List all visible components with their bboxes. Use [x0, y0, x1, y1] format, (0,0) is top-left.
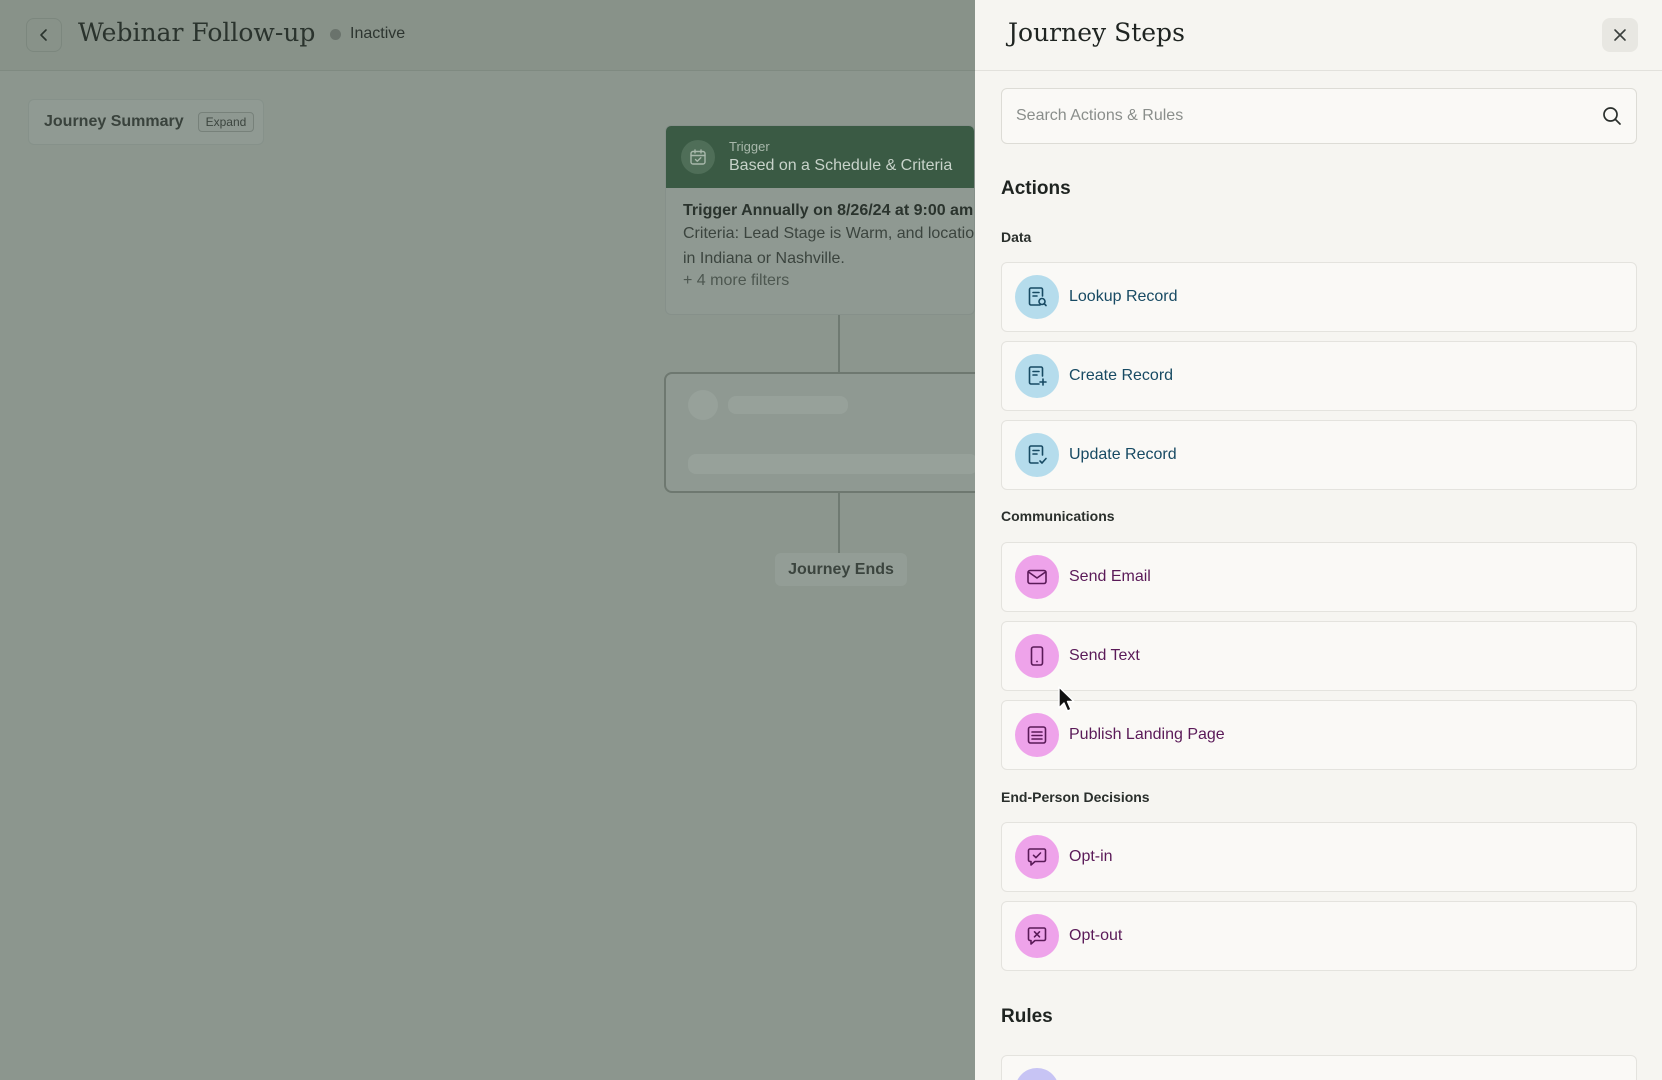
- chevron-left-icon: [40, 29, 47, 41]
- trigger-kicker: Trigger: [729, 139, 770, 154]
- trigger-card[interactable]: Trigger Based on a Schedule & Criteria T…: [665, 125, 975, 315]
- action-label: Send Email: [1069, 568, 1151, 585]
- group-label-end-person-decisions: End-Person Decisions: [1001, 789, 1150, 805]
- trigger-criteria-line2: in Indiana or Nashville.: [683, 250, 845, 267]
- search-input[interactable]: [1016, 107, 1602, 125]
- trigger-criteria-line1: Criteria: Lead Stage is Warm, and locati…: [683, 225, 975, 242]
- mail-icon: [1015, 555, 1059, 599]
- action-opt-out[interactable]: Opt-out: [1001, 901, 1637, 971]
- action-label: Create Record: [1069, 367, 1174, 384]
- close-icon: [1614, 29, 1626, 41]
- document-check-icon: [1015, 433, 1059, 477]
- connector-line: [838, 315, 840, 372]
- action-update-record[interactable]: Update Record: [1001, 420, 1637, 490]
- journey-ends-node: Journey Ends: [775, 553, 907, 586]
- calendar-check-icon: [681, 140, 715, 174]
- action-label: Publish Landing Page: [1069, 726, 1225, 743]
- expand-button[interactable]: Expand: [197, 112, 255, 132]
- journey-summary-card[interactable]: Journey Summary Expand: [28, 99, 264, 145]
- panel-title: Journey Steps: [1008, 18, 1185, 47]
- document-search-icon: [1015, 275, 1059, 319]
- trigger-title: Based on a Schedule & Criteria: [729, 157, 953, 174]
- action-publish-landing-page[interactable]: Publish Landing Page: [1001, 700, 1637, 770]
- search-icon[interactable]: [1602, 106, 1622, 126]
- action-label: Update Record: [1069, 446, 1177, 463]
- chat-x-icon: [1015, 914, 1059, 958]
- mouse-cursor-icon: [1058, 686, 1075, 712]
- rule-icon: [1015, 1068, 1059, 1080]
- trigger-body: Trigger Annually on 8/26/24 at 9:00 am C…: [666, 188, 974, 304]
- group-label-data: Data: [1001, 229, 1032, 245]
- action-label: Send Text: [1069, 647, 1140, 664]
- page-lines-icon: [1015, 713, 1059, 757]
- action-label: Lookup Record: [1069, 288, 1178, 305]
- trigger-header: Trigger Based on a Schedule & Criteria: [666, 126, 974, 188]
- placeholder-bar: [728, 396, 848, 414]
- rules-heading: Rules: [1001, 1006, 1053, 1027]
- action-create-record[interactable]: Create Record: [1001, 341, 1637, 411]
- connector-line: [838, 493, 840, 553]
- action-send-text[interactable]: Send Text: [1001, 621, 1637, 691]
- journey-summary-label: Journey Summary: [44, 113, 184, 130]
- status-dot-icon: [330, 28, 341, 40]
- chat-check-icon: [1015, 835, 1059, 879]
- document-plus-icon: [1015, 354, 1059, 398]
- page-title: Webinar Follow-up: [78, 18, 316, 47]
- rule-item[interactable]: [1001, 1055, 1637, 1080]
- action-label: Opt-in: [1069, 848, 1113, 865]
- back-button[interactable]: [26, 18, 62, 52]
- action-lookup-record[interactable]: Lookup Record: [1001, 262, 1637, 332]
- status-label: Inactive: [350, 25, 406, 42]
- trigger-more-filters: + 4 more filters: [683, 272, 790, 289]
- close-button[interactable]: [1602, 18, 1638, 52]
- group-label-communications: Communications: [1001, 508, 1115, 524]
- placeholder-bar: [688, 454, 978, 474]
- journey-steps-panel: Journey Steps Actions Data Lookup Record…: [975, 0, 1662, 1080]
- action-label: Opt-out: [1069, 927, 1123, 944]
- panel-header: Journey Steps: [975, 0, 1662, 71]
- phone-icon: [1015, 634, 1059, 678]
- search-box[interactable]: [1001, 88, 1637, 144]
- trigger-schedule: Trigger Annually on 8/26/24 at 9:00 am: [683, 202, 974, 219]
- action-send-email[interactable]: Send Email: [1001, 542, 1637, 612]
- action-opt-in[interactable]: Opt-in: [1001, 822, 1637, 892]
- status-indicator: Inactive: [330, 25, 405, 43]
- placeholder-step-card: [664, 372, 984, 493]
- actions-heading: Actions: [1001, 178, 1071, 199]
- placeholder-avatar: [688, 390, 718, 420]
